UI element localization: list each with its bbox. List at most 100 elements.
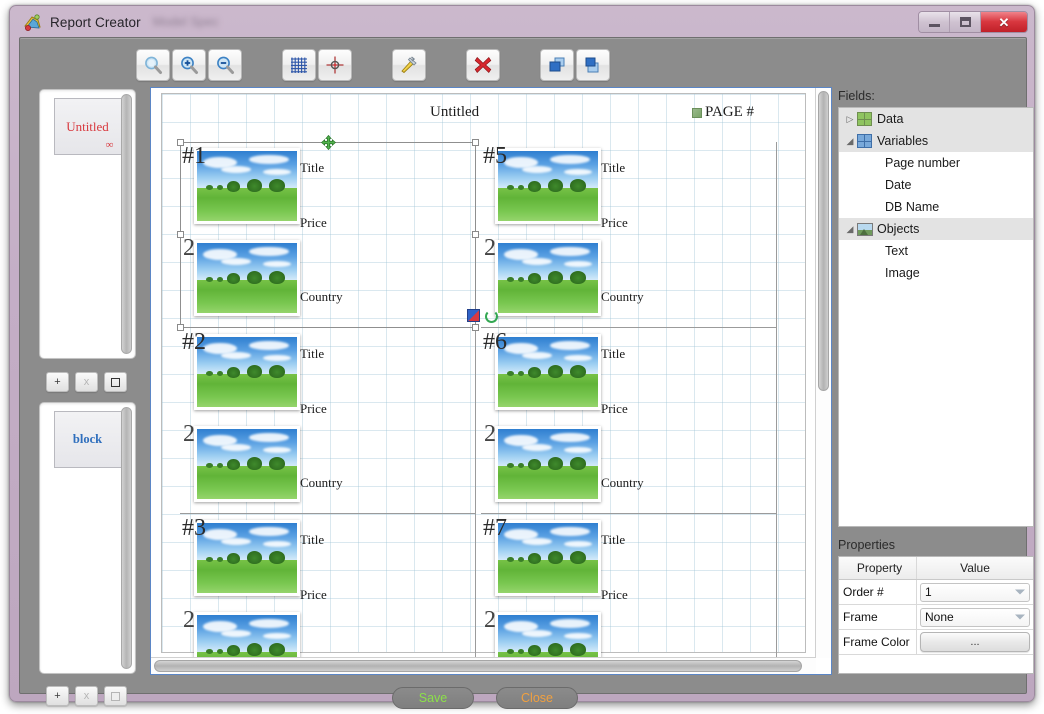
cell-photo-primary[interactable] <box>194 334 300 410</box>
cell-photo-primary[interactable] <box>495 148 601 224</box>
page-number-label: PAGE # <box>705 104 755 120</box>
delete-page-button[interactable]: x <box>75 372 98 392</box>
move-arrows-icon <box>320 134 337 151</box>
canvas-vscroll-thumb[interactable] <box>818 91 829 391</box>
rotate-handle[interactable] <box>485 310 498 323</box>
cell-photo-secondary[interactable] <box>194 426 300 502</box>
move-handle[interactable] <box>320 134 337 151</box>
data-grid-icon <box>857 112 875 126</box>
cell-photo-primary[interactable] <box>194 148 300 224</box>
blocks-list[interactable]: block <box>39 402 136 674</box>
cell-price-label[interactable]: Price <box>601 401 628 417</box>
tree-group-variables[interactable]: ◢ Variables <box>839 130 1033 152</box>
frame-color-button[interactable]: ... <box>920 632 1030 652</box>
report-cell[interactable]: #32TitlePriceCountry <box>180 514 476 674</box>
cell-title-label[interactable]: Title <box>601 160 625 176</box>
cell-title-label[interactable]: Title <box>300 346 324 362</box>
order-value: 1 <box>925 585 932 599</box>
fields-panel-label: Fields: <box>838 89 875 103</box>
minimize-button[interactable] <box>919 12 950 32</box>
chevron-down-icon[interactable]: ◢ <box>843 224 857 234</box>
cell-price-label[interactable]: Price <box>300 215 327 231</box>
chevron-down-icon[interactable]: ◢ <box>843 136 857 146</box>
copy-block-button[interactable] <box>104 686 127 706</box>
chevron-down-icon[interactable] <box>1015 614 1025 620</box>
property-value: 1 <box>917 580 1033 604</box>
zoom-normal-button[interactable] <box>136 49 170 81</box>
canvas-horizontal-scrollbar[interactable] <box>151 657 816 674</box>
report-cell[interactable]: #5 2 Title Price Country <box>481 142 777 328</box>
properties-table[interactable]: Property Value Order # 1 Frame None Frame Co… <box>838 556 1034 674</box>
blocks-list-scroll-thumb[interactable] <box>121 407 132 669</box>
order-select[interactable]: 1 <box>920 582 1030 602</box>
maximize-button[interactable] <box>950 12 981 32</box>
zoom-out-button[interactable] <box>208 49 242 81</box>
cell-photo-secondary[interactable] <box>495 240 601 316</box>
report-canvas[interactable]: Untitled PAGE # #1 2 Title Price Country #2 2 T… <box>150 87 832 675</box>
tools-button[interactable] <box>392 49 426 81</box>
cell-photo-primary[interactable] <box>495 334 601 410</box>
cell-price-label[interactable]: Price <box>300 401 327 417</box>
grid-icon <box>291 57 307 73</box>
cell-country-label[interactable]: Country <box>601 289 644 305</box>
pages-list-scrollbar[interactable] <box>121 94 132 354</box>
report-page[interactable]: Untitled PAGE # #1 2 Title Price Country #2 2 T… <box>161 93 806 674</box>
bring-front-button[interactable] <box>540 49 574 81</box>
page-header-title[interactable]: Untitled <box>430 104 479 121</box>
tree-item-db-name[interactable]: DB Name <box>839 196 1033 218</box>
tree-item-label: DB Name <box>885 200 940 214</box>
tree-item-image[interactable]: Image <box>839 262 1033 284</box>
report-cell[interactable]: #6 2 Title Price Country <box>481 328 777 514</box>
page-number-field[interactable]: PAGE # <box>692 104 754 121</box>
pages-list[interactable]: Untitled ∞ <box>39 89 136 359</box>
canvas-hscroll-thumb[interactable] <box>154 660 802 672</box>
tree-item-text[interactable]: Text <box>839 240 1033 262</box>
resize-handle[interactable] <box>467 309 480 322</box>
cell-title-label[interactable]: Title <box>601 532 625 548</box>
tree-group-data[interactable]: ▷ Data <box>839 108 1033 130</box>
cell-title-label[interactable]: Title <box>601 346 625 362</box>
cell-price-label[interactable]: Price <box>300 587 327 603</box>
block-thumbnail[interactable]: block <box>53 411 122 468</box>
send-back-button[interactable] <box>576 49 610 81</box>
chevron-right-icon[interactable]: ▷ <box>843 114 857 124</box>
zoom-in-button[interactable] <box>172 49 206 81</box>
fields-tree[interactable]: ▷ Data ◢ Variables Page number Date DB Name ◢ Ob… <box>838 107 1034 527</box>
save-button[interactable]: Save <box>392 687 474 709</box>
cell-price-label[interactable]: Price <box>601 587 628 603</box>
close-window-button[interactable]: ✕ <box>981 12 1027 32</box>
report-cell[interactable]: #1 2 Title Price Country <box>180 142 476 328</box>
cell-country-label[interactable]: Country <box>300 475 343 491</box>
snap-center-button[interactable] <box>318 49 352 81</box>
cell-photo-secondary[interactable] <box>194 240 300 316</box>
cell-country-label[interactable]: Country <box>300 289 343 305</box>
chevron-down-icon[interactable] <box>1015 589 1025 595</box>
variables-grid-icon <box>857 134 875 148</box>
tree-group-objects[interactable]: ◢ Objects <box>839 218 1033 240</box>
grid-button[interactable] <box>282 49 316 81</box>
report-cell[interactable]: #72TitlePriceCountry <box>481 514 777 674</box>
report-cell[interactable]: #2 2 Title Price Country <box>180 328 476 514</box>
cell-photo-primary[interactable] <box>495 520 601 596</box>
cell-photo-primary[interactable] <box>194 520 300 596</box>
cell-sub-number: 2 <box>183 421 195 447</box>
cell-title-label[interactable]: Title <box>300 160 324 176</box>
close-button[interactable]: Close <box>496 687 578 709</box>
cell-country-label[interactable]: Country <box>601 475 644 491</box>
page-thumbnail-untitled[interactable]: Untitled ∞ <box>53 98 122 155</box>
add-block-button[interactable]: + <box>46 686 69 706</box>
delete-block-button[interactable]: x <box>75 686 98 706</box>
cell-photo-secondary[interactable] <box>495 426 601 502</box>
blocks-list-scrollbar[interactable] <box>121 407 132 669</box>
frame-select[interactable]: None <box>920 607 1030 627</box>
copy-page-button[interactable] <box>104 372 127 392</box>
tree-item-date[interactable]: Date <box>839 174 1033 196</box>
delete-button[interactable] <box>466 49 500 81</box>
property-name: Frame Color <box>839 630 917 654</box>
add-page-button[interactable]: + <box>46 372 69 392</box>
cell-title-label[interactable]: Title <box>300 532 324 548</box>
cell-price-label[interactable]: Price <box>601 215 628 231</box>
tree-item-page-number[interactable]: Page number <box>839 152 1033 174</box>
pages-list-scroll-thumb[interactable] <box>121 94 132 354</box>
canvas-vertical-scrollbar[interactable] <box>815 88 831 658</box>
